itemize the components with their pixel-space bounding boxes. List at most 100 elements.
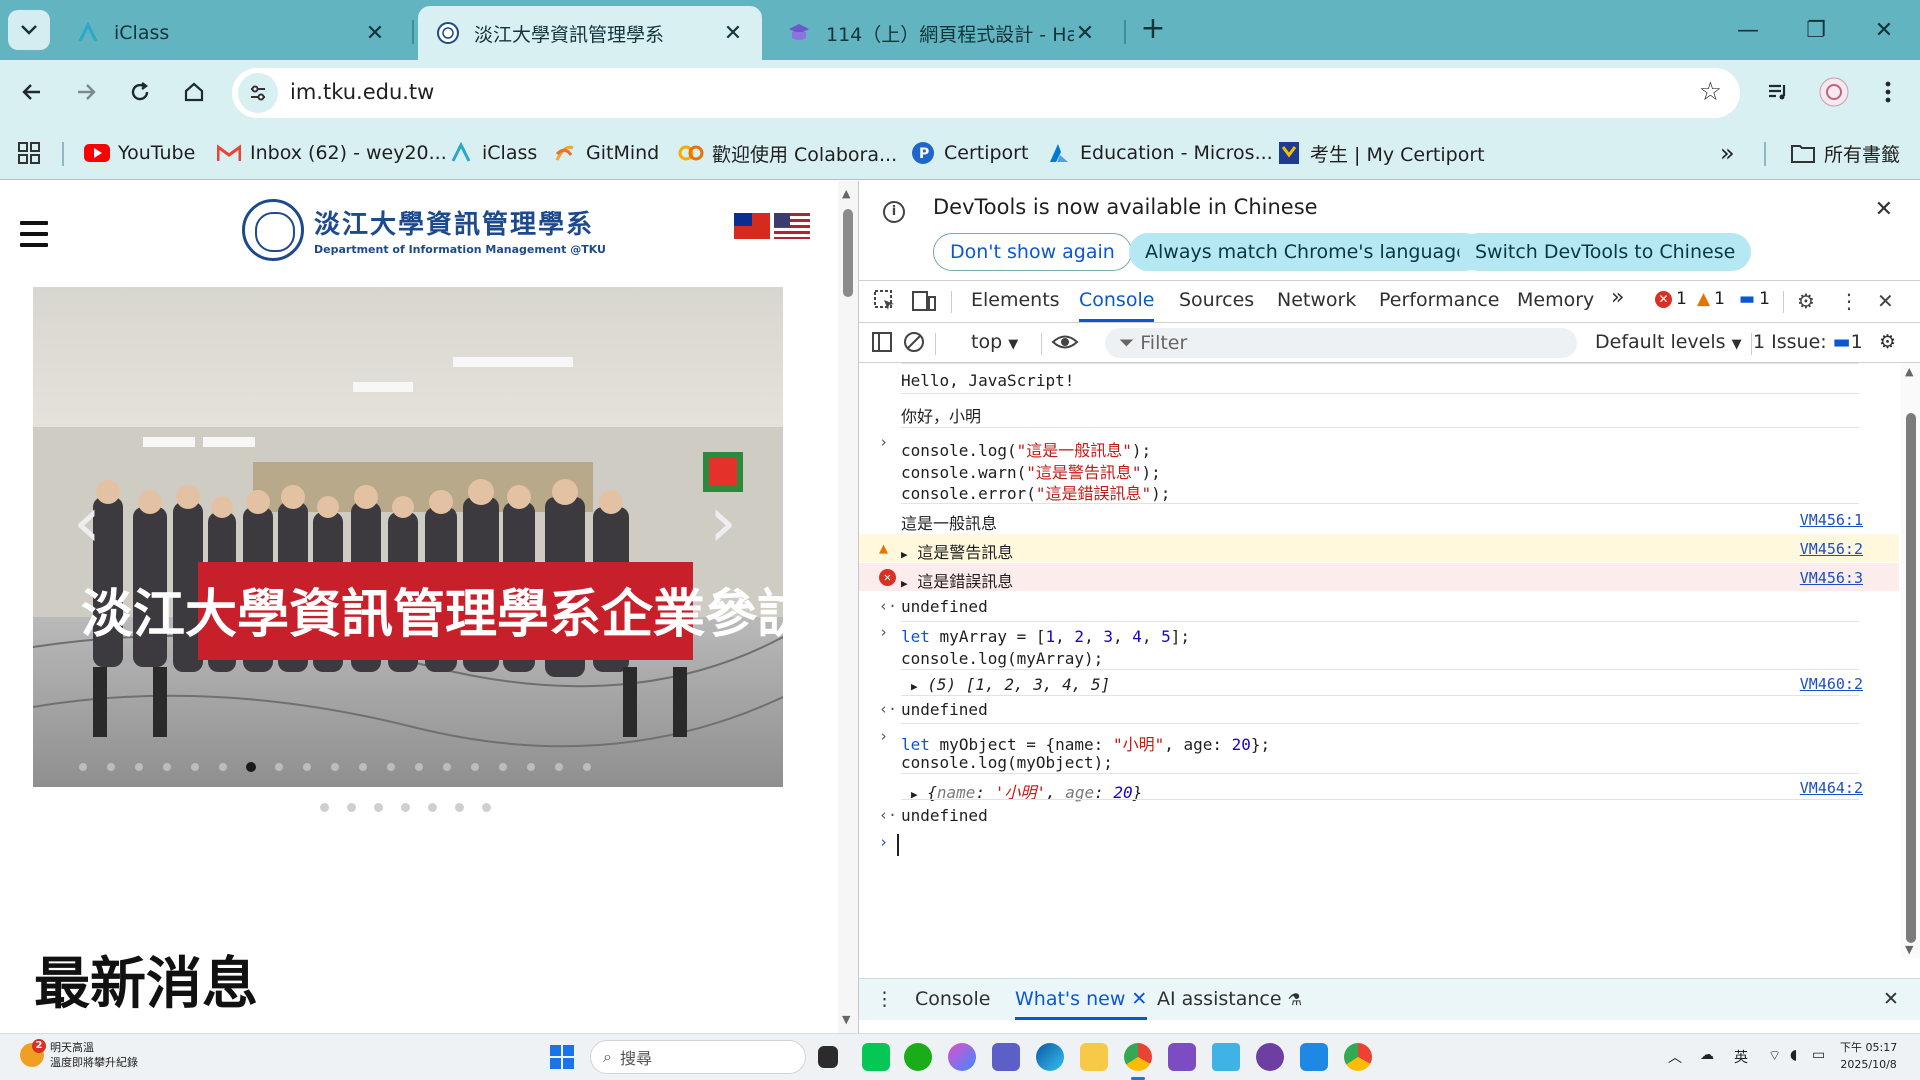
drawer-tab-ai-assistance[interactable]: AI assistance ⚗ (1157, 988, 1302, 1010)
tab-sources[interactable]: Sources (1179, 289, 1254, 311)
device-toolbar-icon[interactable] (911, 289, 937, 318)
message-count-badge[interactable]: ▬ 1 (1739, 289, 1770, 309)
source-link[interactable]: VM456:2 (1800, 540, 1863, 558)
bookmark-certiport[interactable]: P Certiport (910, 136, 1028, 170)
teams-app-icon[interactable] (992, 1043, 1020, 1071)
github-desktop-icon[interactable] (1256, 1043, 1284, 1071)
task-view-icon[interactable] (818, 1046, 838, 1068)
scroll-up-icon[interactable]: ▲ (842, 187, 850, 200)
minimize-button[interactable]: — (1718, 10, 1778, 50)
cube-app-icon[interactable] (1212, 1043, 1240, 1071)
scrollbar-thumb[interactable] (1906, 413, 1916, 943)
restore-button[interactable]: ❐ (1786, 10, 1846, 50)
copilot-app-icon[interactable] (948, 1043, 976, 1071)
carousel-dot[interactable] (374, 803, 383, 812)
settings-gear-icon[interactable]: ⚙ (1797, 289, 1815, 313)
tab-hackmd[interactable]: 114（上）網頁程式設計 - Hack ✕ (768, 6, 1114, 60)
console-output[interactable]: Hello, JavaScript! 你好，小明 › console.log("… (859, 363, 1901, 958)
file-explorer-icon[interactable] (1080, 1043, 1108, 1071)
source-link[interactable]: VM456:1 (1800, 511, 1863, 529)
windows-start-icon[interactable] (550, 1045, 574, 1069)
console-settings-gear-icon[interactable]: ⚙ (1879, 331, 1896, 353)
tab-network[interactable]: Network (1277, 289, 1356, 311)
all-bookmarks-folder[interactable]: 所有書籤 (1790, 136, 1900, 170)
new-tab-button[interactable]: + (1137, 12, 1169, 48)
page-scrollbar[interactable]: ▲ ▼ (838, 181, 858, 1033)
tab-memory[interactable]: Memory (1517, 289, 1594, 311)
carousel-dot[interactable] (455, 803, 464, 812)
home-button[interactable] (174, 72, 214, 112)
line-app-icon[interactable] (862, 1043, 890, 1071)
bookmark-gmail[interactable]: Inbox (62) - wey20... (216, 136, 447, 170)
expand-arrow-icon[interactable]: ▶ (911, 680, 918, 693)
source-link[interactable]: VM460:2 (1800, 675, 1863, 693)
carousel-dot[interactable] (401, 803, 410, 812)
console-filter-input[interactable]: ⏷ Filter (1105, 328, 1577, 358)
carousel-dot[interactable] (428, 803, 437, 812)
tab-console[interactable]: Console (1079, 289, 1155, 322)
site-info-button[interactable] (238, 73, 278, 113)
us-flag-icon[interactable] (774, 213, 810, 239)
carousel-dot[interactable] (320, 803, 329, 812)
match-language-button[interactable]: Always match Chrome's language (1129, 233, 1484, 271)
source-link[interactable]: VM456:3 (1800, 569, 1863, 587)
scrollbar-thumb[interactable] (843, 209, 853, 297)
error-count-badge[interactable]: ✕ 1 (1655, 289, 1687, 309)
source-link[interactable]: VM464:2 (1800, 779, 1863, 797)
close-devtools-icon[interactable]: ✕ (1877, 289, 1894, 313)
scroll-up-icon[interactable]: ▲ (1905, 365, 1913, 378)
address-bar[interactable]: im.tku.edu.tw ☆ (232, 68, 1740, 118)
console-scrollbar[interactable]: ▲ ▼ (1901, 363, 1920, 958)
chrome-menu-button[interactable] (1868, 72, 1908, 112)
drawer-tab-whats-new[interactable]: What's new ✕ (1015, 988, 1148, 1020)
bookmark-gitmind[interactable]: GitMind (552, 136, 659, 170)
system-clock[interactable]: 下午 05:17 2025/10/8 (1840, 1039, 1897, 1073)
visual-studio-icon[interactable] (1168, 1043, 1196, 1071)
reload-button[interactable] (120, 72, 160, 112)
wifi-icon[interactable]: ⌔ (1768, 1047, 1781, 1065)
bookmark-colab[interactable]: 歡迎使用 Colabora... (678, 136, 897, 170)
array-output[interactable]: ▶ (5) [1, 2, 3, 4, 5] (911, 675, 1110, 694)
tray-overflow-icon[interactable]: ︿ (1668, 1047, 1682, 1067)
wechat-app-icon[interactable] (904, 1043, 932, 1071)
close-icon[interactable]: ✕ (364, 21, 386, 46)
message-text[interactable]: ▶ 這是錯誤訊息 (901, 568, 1013, 592)
close-icon[interactable]: ✕ (722, 21, 744, 46)
warning-count-badge[interactable]: ▲ 1 (1697, 289, 1725, 309)
context-selector[interactable]: top ▼ (971, 331, 1018, 353)
chrome-app-icon[interactable] (1124, 1043, 1152, 1071)
window-close-button[interactable]: ✕ (1854, 10, 1914, 50)
sidebar-toggle-icon[interactable] (871, 331, 893, 358)
carousel-dot[interactable] (347, 803, 356, 812)
scroll-down-icon[interactable]: ▼ (842, 1013, 850, 1026)
bookmark-iclass[interactable]: iClass (448, 136, 537, 170)
photo-carousel[interactable]: 淡江大學資訊管理學系企業參訪 ‹ › (33, 287, 783, 787)
switch-to-chinese-button[interactable]: Switch DevTools to Chinese (1459, 233, 1752, 271)
drawer-tab-console[interactable]: Console (915, 988, 990, 1010)
clear-console-icon[interactable] (903, 331, 925, 358)
taiwan-flag-icon[interactable] (734, 213, 770, 239)
ime-indicator[interactable]: 英 (1734, 1047, 1748, 1067)
bookmark-youtube[interactable]: YouTube (84, 136, 195, 170)
close-drawer-icon[interactable]: ✕ (1883, 988, 1899, 1010)
log-levels-dropdown[interactable]: Default levels ▼ (1595, 331, 1742, 353)
more-vert-icon[interactable]: ⋮ (1839, 289, 1859, 313)
tab-performance[interactable]: Performance (1379, 289, 1499, 311)
url-text[interactable]: im.tku.edu.tw (290, 80, 434, 104)
tab-im-tku[interactable]: 淡江大學資訊管理學系 ✕ (418, 6, 762, 60)
drawer-menu-icon[interactable]: ⋮ (875, 988, 894, 1010)
tab-iclass[interactable]: iClass ✕ (58, 6, 404, 60)
volume-icon[interactable]: ◖ (1790, 1047, 1797, 1063)
close-icon[interactable]: ✕ (1875, 197, 1893, 222)
chrome-app-icon-2[interactable] (1344, 1043, 1372, 1071)
bookmark-star-icon[interactable]: ☆ (1699, 77, 1722, 107)
edge-app-icon[interactable] (1036, 1043, 1064, 1071)
expand-arrow-icon[interactable]: ▶ (901, 548, 908, 561)
tab-elements[interactable]: Elements (971, 289, 1060, 311)
expand-arrow-icon[interactable]: ▶ (901, 577, 908, 590)
more-tabs-button[interactable]: » (1611, 285, 1624, 310)
carousel-dot[interactable] (482, 803, 491, 812)
close-icon[interactable]: ✕ (1131, 988, 1147, 1010)
language-switch[interactable] (734, 213, 810, 239)
close-icon[interactable]: ✕ (1074, 21, 1096, 46)
